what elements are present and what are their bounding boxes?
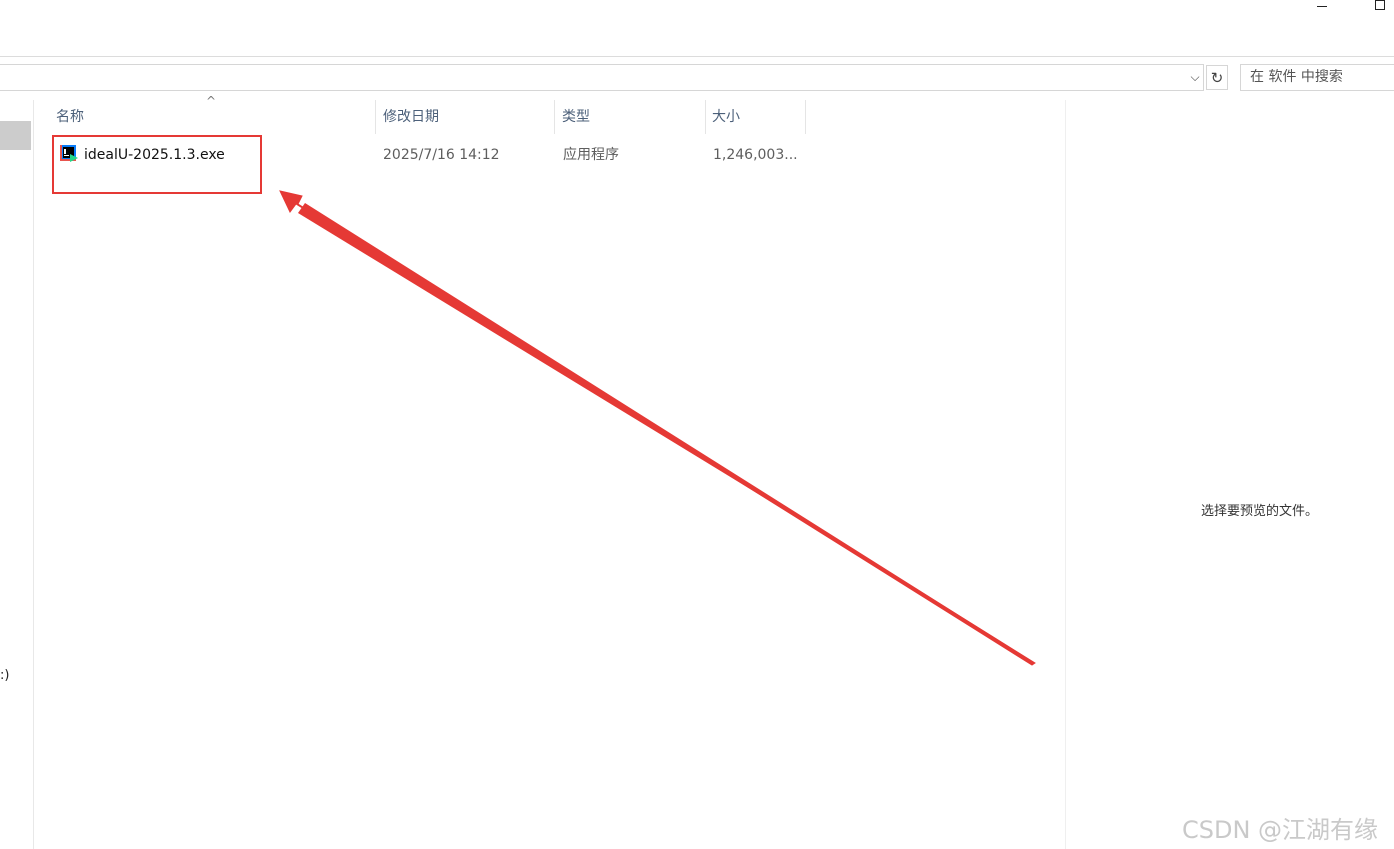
column-separator[interactable] xyxy=(705,100,706,134)
column-separator[interactable] xyxy=(375,100,376,134)
watermark: CSDN @江湖有缘 xyxy=(1182,816,1379,844)
column-separator[interactable] xyxy=(805,100,806,134)
column-separator[interactable] xyxy=(554,100,555,134)
search-input[interactable] xyxy=(1250,69,1390,85)
nav-item-drive[interactable]: :) xyxy=(0,668,9,683)
maximize-icon[interactable] xyxy=(1375,0,1385,10)
file-modified-date: 2025/7/16 14:12 xyxy=(383,147,500,163)
search-box[interactable] xyxy=(1240,64,1394,91)
annotation-highlight-box xyxy=(52,135,262,194)
minimize-icon[interactable] xyxy=(1314,0,1330,16)
ribbon-divider xyxy=(0,56,1394,57)
nav-item-selected[interactable] xyxy=(0,121,31,150)
preview-pane-separator[interactable] xyxy=(1065,100,1066,849)
title-bar xyxy=(0,0,1394,24)
address-bar[interactable] xyxy=(0,64,1204,91)
column-header-date[interactable]: 修改日期 xyxy=(383,100,553,134)
navigation-pane xyxy=(0,100,34,849)
column-header-size[interactable]: 大小 xyxy=(712,100,802,134)
column-header-type[interactable]: 类型 xyxy=(562,100,702,134)
chevron-down-icon[interactable]: ⌵ xyxy=(1186,66,1204,88)
refresh-icon[interactable]: ↻ xyxy=(1206,65,1228,90)
file-size: 1,246,003... xyxy=(713,147,798,163)
preview-empty-message: 选择要预览的文件。 xyxy=(1201,504,1319,519)
file-type: 应用程序 xyxy=(563,147,619,163)
column-header-name[interactable]: 名称 xyxy=(56,100,374,134)
